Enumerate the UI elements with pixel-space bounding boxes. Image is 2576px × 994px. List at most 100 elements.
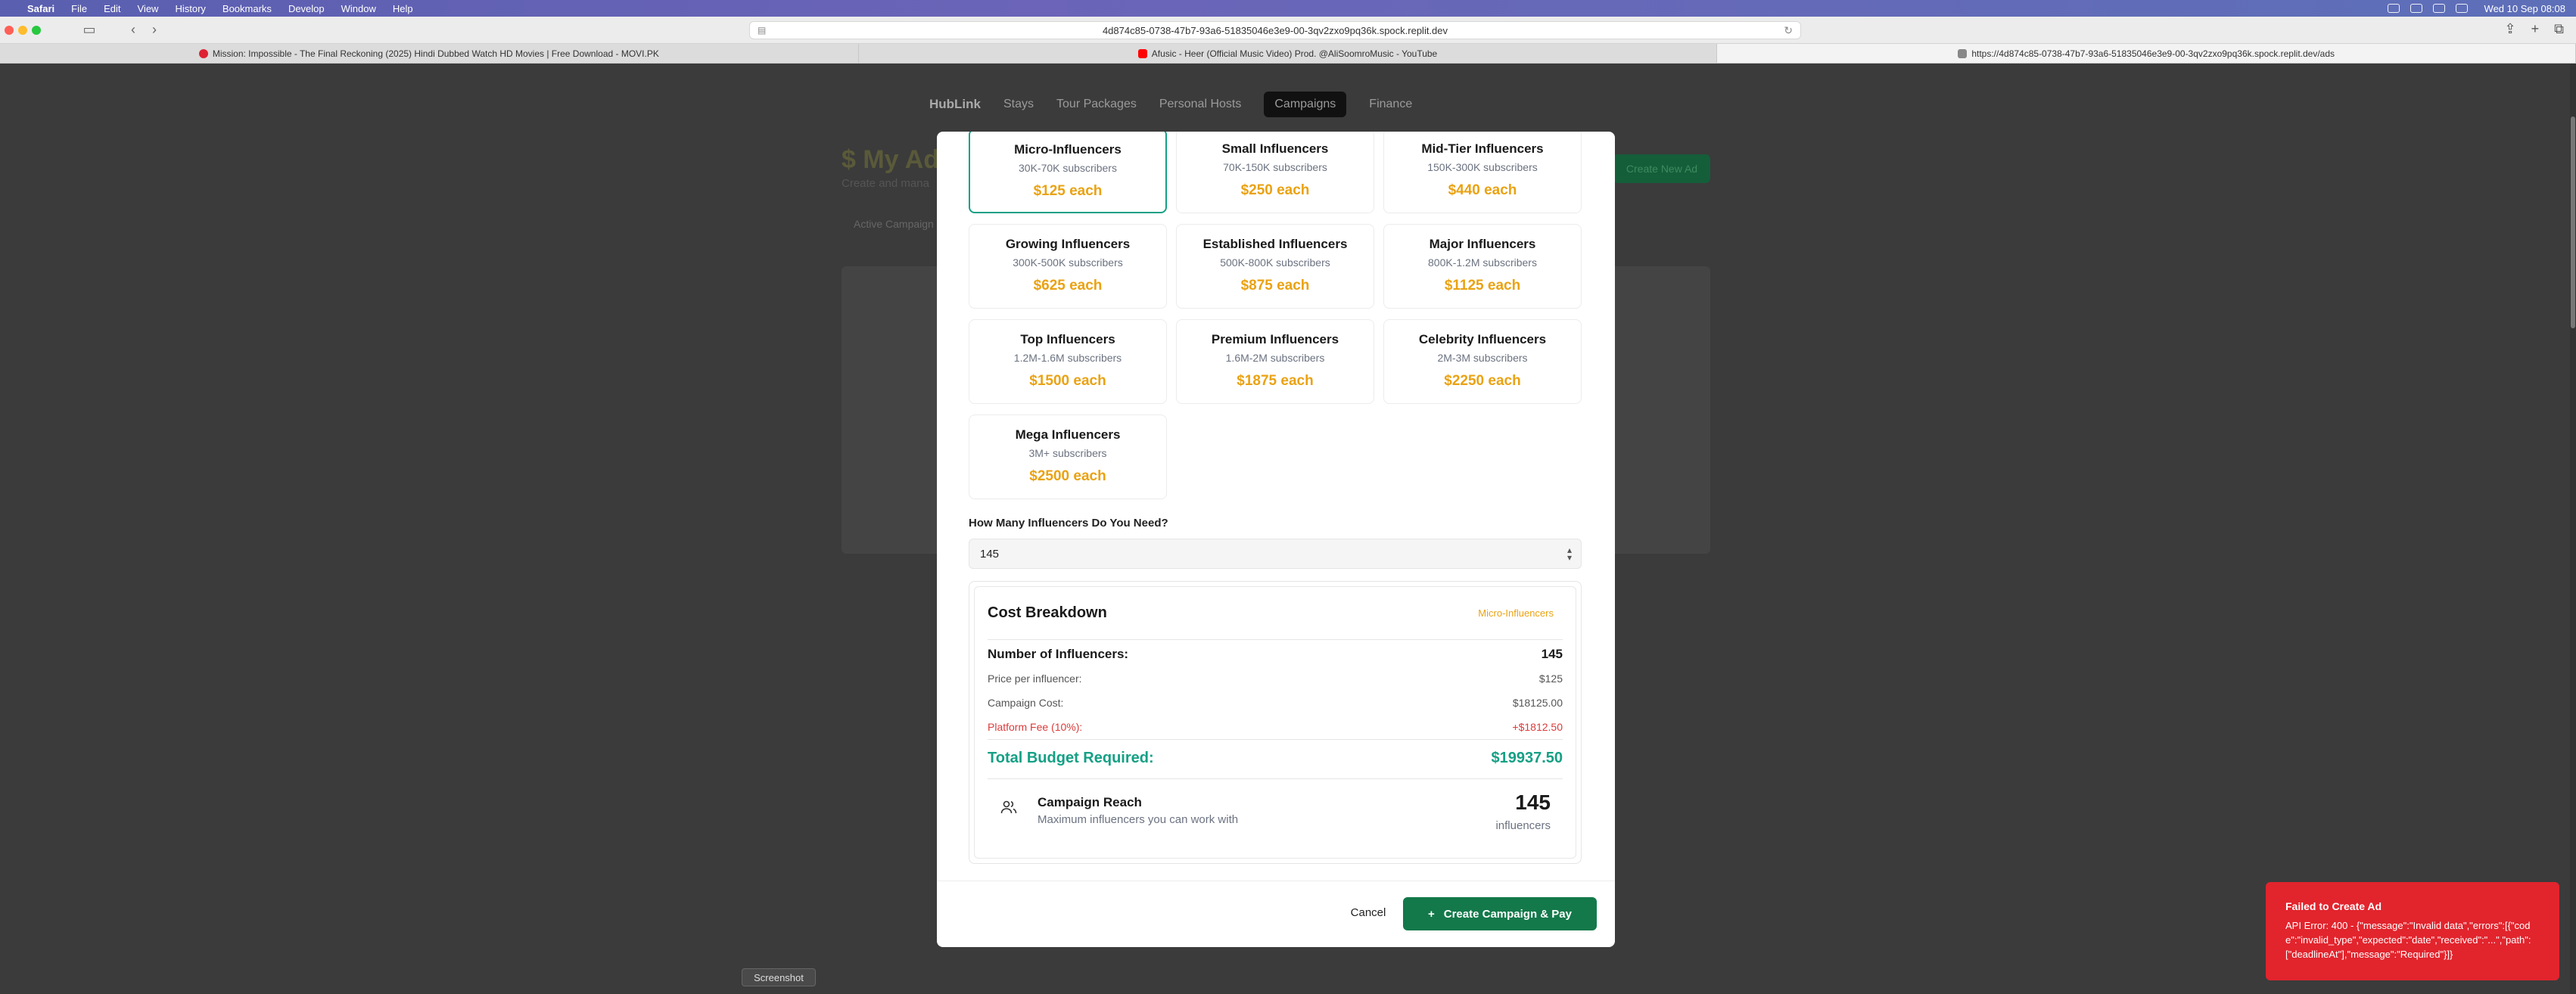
menu-window[interactable]: Window bbox=[341, 3, 376, 14]
plus-icon: + bbox=[1428, 907, 1435, 921]
browser-toolbar: ▭ ‹ › ▤ 4d874c85-0738-47b7-93a6-51835046… bbox=[0, 17, 2576, 44]
zoom-window-icon[interactable] bbox=[32, 25, 41, 35]
search-icon[interactable] bbox=[2432, 4, 2445, 13]
tier-card-small[interactable]: Small Influencers 70K-150K subscribers $… bbox=[1176, 132, 1374, 213]
tier-price: $125 each bbox=[1033, 183, 1103, 199]
campaign-reach-subtitle: Maximum influencers you can work with bbox=[1038, 813, 1239, 826]
tier-name: Mid-Tier Influencers bbox=[1421, 141, 1544, 156]
tier-price: $2500 each bbox=[1029, 468, 1106, 484]
close-window-icon[interactable] bbox=[5, 25, 14, 35]
divider bbox=[988, 778, 1563, 779]
error-toast[interactable]: Failed to Create Ad API Error: 400 - {"m… bbox=[2266, 882, 2559, 980]
tier-name: Celebrity Influencers bbox=[1418, 332, 1547, 346]
screenshot-label: Screenshot bbox=[742, 968, 816, 986]
cost-breakdown-title: Cost Breakdown bbox=[988, 604, 1107, 621]
tier-card-growing[interactable]: Growing Influencers 300K-500K subscriber… bbox=[969, 224, 1167, 309]
tier-card-mid-tier[interactable]: Mid-Tier Influencers 150K-300K subscribe… bbox=[1383, 132, 1582, 213]
tier-price: $625 each bbox=[1033, 278, 1103, 294]
new-tab-icon[interactable]: + bbox=[2531, 21, 2540, 37]
error-toast-message: API Error: 400 - {"message":"Invalid dat… bbox=[2285, 920, 2531, 960]
platform-fee-label: Platform Fee (10%): bbox=[988, 721, 1083, 733]
tier-card-premium[interactable]: Premium Influencers 1.6M-2M subscribers … bbox=[1176, 319, 1374, 404]
control-center-icon[interactable] bbox=[2455, 4, 2468, 13]
forward-icon[interactable]: › bbox=[144, 22, 165, 39]
tab-active-campaigns[interactable]: Active Campaign bbox=[854, 218, 934, 230]
users-icon bbox=[1000, 800, 1017, 814]
tier-subscribers: 800K-1.2M subscribers bbox=[1428, 256, 1537, 269]
num-influencers-row: Number of Influencers: 145 bbox=[988, 647, 1563, 662]
tab-replit[interactable]: https://4d874c85-0738-47b7-93a6-51835046… bbox=[1717, 44, 2576, 63]
tab-label: Afusic - Heer (Official Music Video) Pro… bbox=[1151, 48, 1438, 59]
wifi-icon[interactable] bbox=[2387, 4, 2400, 13]
create-campaign-modal: Micro-Influencers 30K-70K subscribers $1… bbox=[937, 132, 1615, 947]
tier-subscribers: 500K-800K subscribers bbox=[1220, 256, 1330, 269]
page-settings-icon[interactable]: ▤ bbox=[758, 25, 766, 36]
sidebar-toggle-icon[interactable]: ▭ bbox=[79, 22, 100, 39]
tab-overview-icon[interactable]: ⧉ bbox=[2554, 21, 2564, 37]
divider bbox=[988, 639, 1563, 640]
stepper-icon[interactable]: ▴ ▾ bbox=[1567, 545, 1572, 562]
nav-tour-packages[interactable]: Tour Packages bbox=[1056, 98, 1137, 111]
menu-help[interactable]: Help bbox=[393, 3, 413, 14]
menu-file[interactable]: File bbox=[71, 3, 87, 14]
url-text: 4d874c85-0738-47b7-93a6-51835046e3e9-00-… bbox=[1102, 24, 1448, 36]
divider bbox=[988, 739, 1563, 740]
tier-subscribers: 3M+ subscribers bbox=[1028, 447, 1107, 459]
tier-price: $1500 each bbox=[1029, 373, 1106, 389]
menu-view[interactable]: View bbox=[138, 3, 159, 14]
logo[interactable]: HubLink bbox=[929, 97, 981, 112]
page-scrollbar[interactable] bbox=[2570, 64, 2576, 994]
campaign-cost-value: $18125.00 bbox=[1512, 697, 1563, 709]
create-new-ad-button[interactable]: Create New Ad bbox=[1613, 154, 1710, 183]
platform-fee-row: Platform Fee (10%): +$1812.50 bbox=[988, 721, 1563, 733]
selected-tier-badge: Micro-Influencers bbox=[1478, 607, 1554, 619]
menu-app-name[interactable]: Safari bbox=[27, 3, 54, 14]
share-icon[interactable]: ⇪ bbox=[2505, 21, 2516, 37]
price-per-influencer-row: Price per influencer: $125 bbox=[988, 673, 1563, 685]
nav-campaigns[interactable]: Campaigns bbox=[1264, 92, 1347, 117]
tab-youtube[interactable]: Afusic - Heer (Official Music Video) Pro… bbox=[859, 44, 1718, 63]
battery-icon[interactable] bbox=[2410, 4, 2422, 13]
back-icon[interactable]: ‹ bbox=[123, 22, 144, 39]
address-bar[interactable]: ▤ 4d874c85-0738-47b7-93a6-51835046e3e9-0… bbox=[749, 21, 1801, 39]
menu-bookmarks[interactable]: Bookmarks bbox=[222, 3, 272, 14]
total-budget-value: $19937.50 bbox=[1491, 750, 1563, 766]
cancel-button[interactable]: Cancel bbox=[1341, 897, 1395, 927]
total-budget-row: Total Budget Required: $19937.50 bbox=[988, 750, 1563, 767]
tier-price: $875 each bbox=[1240, 278, 1310, 294]
menu-develop[interactable]: Develop bbox=[288, 3, 325, 14]
quantity-label: How Many Influencers Do You Need? bbox=[969, 517, 1168, 530]
tier-card-micro[interactable]: Micro-Influencers 30K-70K subscribers $1… bbox=[969, 132, 1167, 213]
nav-personal-hosts[interactable]: Personal Hosts bbox=[1159, 98, 1242, 111]
cost-breakdown-panel: Cost Breakdown Micro-Influencers Number … bbox=[969, 581, 1582, 864]
tier-card-celebrity[interactable]: Celebrity Influencers 2M-3M subscribers … bbox=[1383, 319, 1582, 404]
tier-card-mega[interactable]: Mega Influencers 3M+ subscribers $2500 e… bbox=[969, 415, 1167, 499]
tier-price: $250 each bbox=[1240, 182, 1310, 198]
reload-icon[interactable]: ↻ bbox=[1784, 24, 1793, 37]
tier-subscribers: 1.6M-2M subscribers bbox=[1225, 352, 1325, 364]
minimize-window-icon[interactable] bbox=[18, 25, 27, 35]
campaign-reach-title: Campaign Reach bbox=[1038, 795, 1142, 809]
top-nav: HubLink Stays Tour Packages Personal Hos… bbox=[929, 91, 1412, 118]
tab-bar: Mission: Impossible - The Final Reckonin… bbox=[0, 44, 2576, 64]
quantity-value: 145 bbox=[980, 547, 1000, 561]
campaign-reach: Campaign Reach Maximum influencers you c… bbox=[988, 786, 1563, 836]
tier-name: Top Influencers bbox=[1020, 332, 1115, 346]
tier-card-established[interactable]: Established Influencers 500K-800K subscr… bbox=[1176, 224, 1374, 309]
tier-name: Small Influencers bbox=[1221, 141, 1329, 156]
tier-card-top[interactable]: Top Influencers 1.2M-1.6M subscribers $1… bbox=[969, 319, 1167, 404]
total-budget-label: Total Budget Required: bbox=[988, 750, 1154, 766]
menu-clock[interactable]: Wed 10 Sep 08:08 bbox=[2484, 3, 2565, 14]
tier-subscribers: 70K-150K subscribers bbox=[1223, 161, 1327, 173]
menu-history[interactable]: History bbox=[175, 3, 205, 14]
create-campaign-pay-button[interactable]: + Create Campaign & Pay bbox=[1403, 897, 1597, 930]
nav-stays[interactable]: Stays bbox=[1003, 98, 1034, 111]
menu-edit[interactable]: Edit bbox=[104, 3, 120, 14]
quantity-input[interactable]: 145 ▴ ▾ bbox=[969, 539, 1582, 569]
tier-subscribers: 30K-70K subscribers bbox=[1019, 162, 1117, 174]
tab-movies[interactable]: Mission: Impossible - The Final Reckonin… bbox=[0, 44, 859, 63]
scrollbar-thumb[interactable] bbox=[2571, 116, 2575, 328]
num-influencers-label: Number of Influencers: bbox=[988, 647, 1129, 661]
tier-card-major[interactable]: Major Influencers 800K-1.2M subscribers … bbox=[1383, 224, 1582, 309]
nav-finance[interactable]: Finance bbox=[1369, 98, 1412, 111]
